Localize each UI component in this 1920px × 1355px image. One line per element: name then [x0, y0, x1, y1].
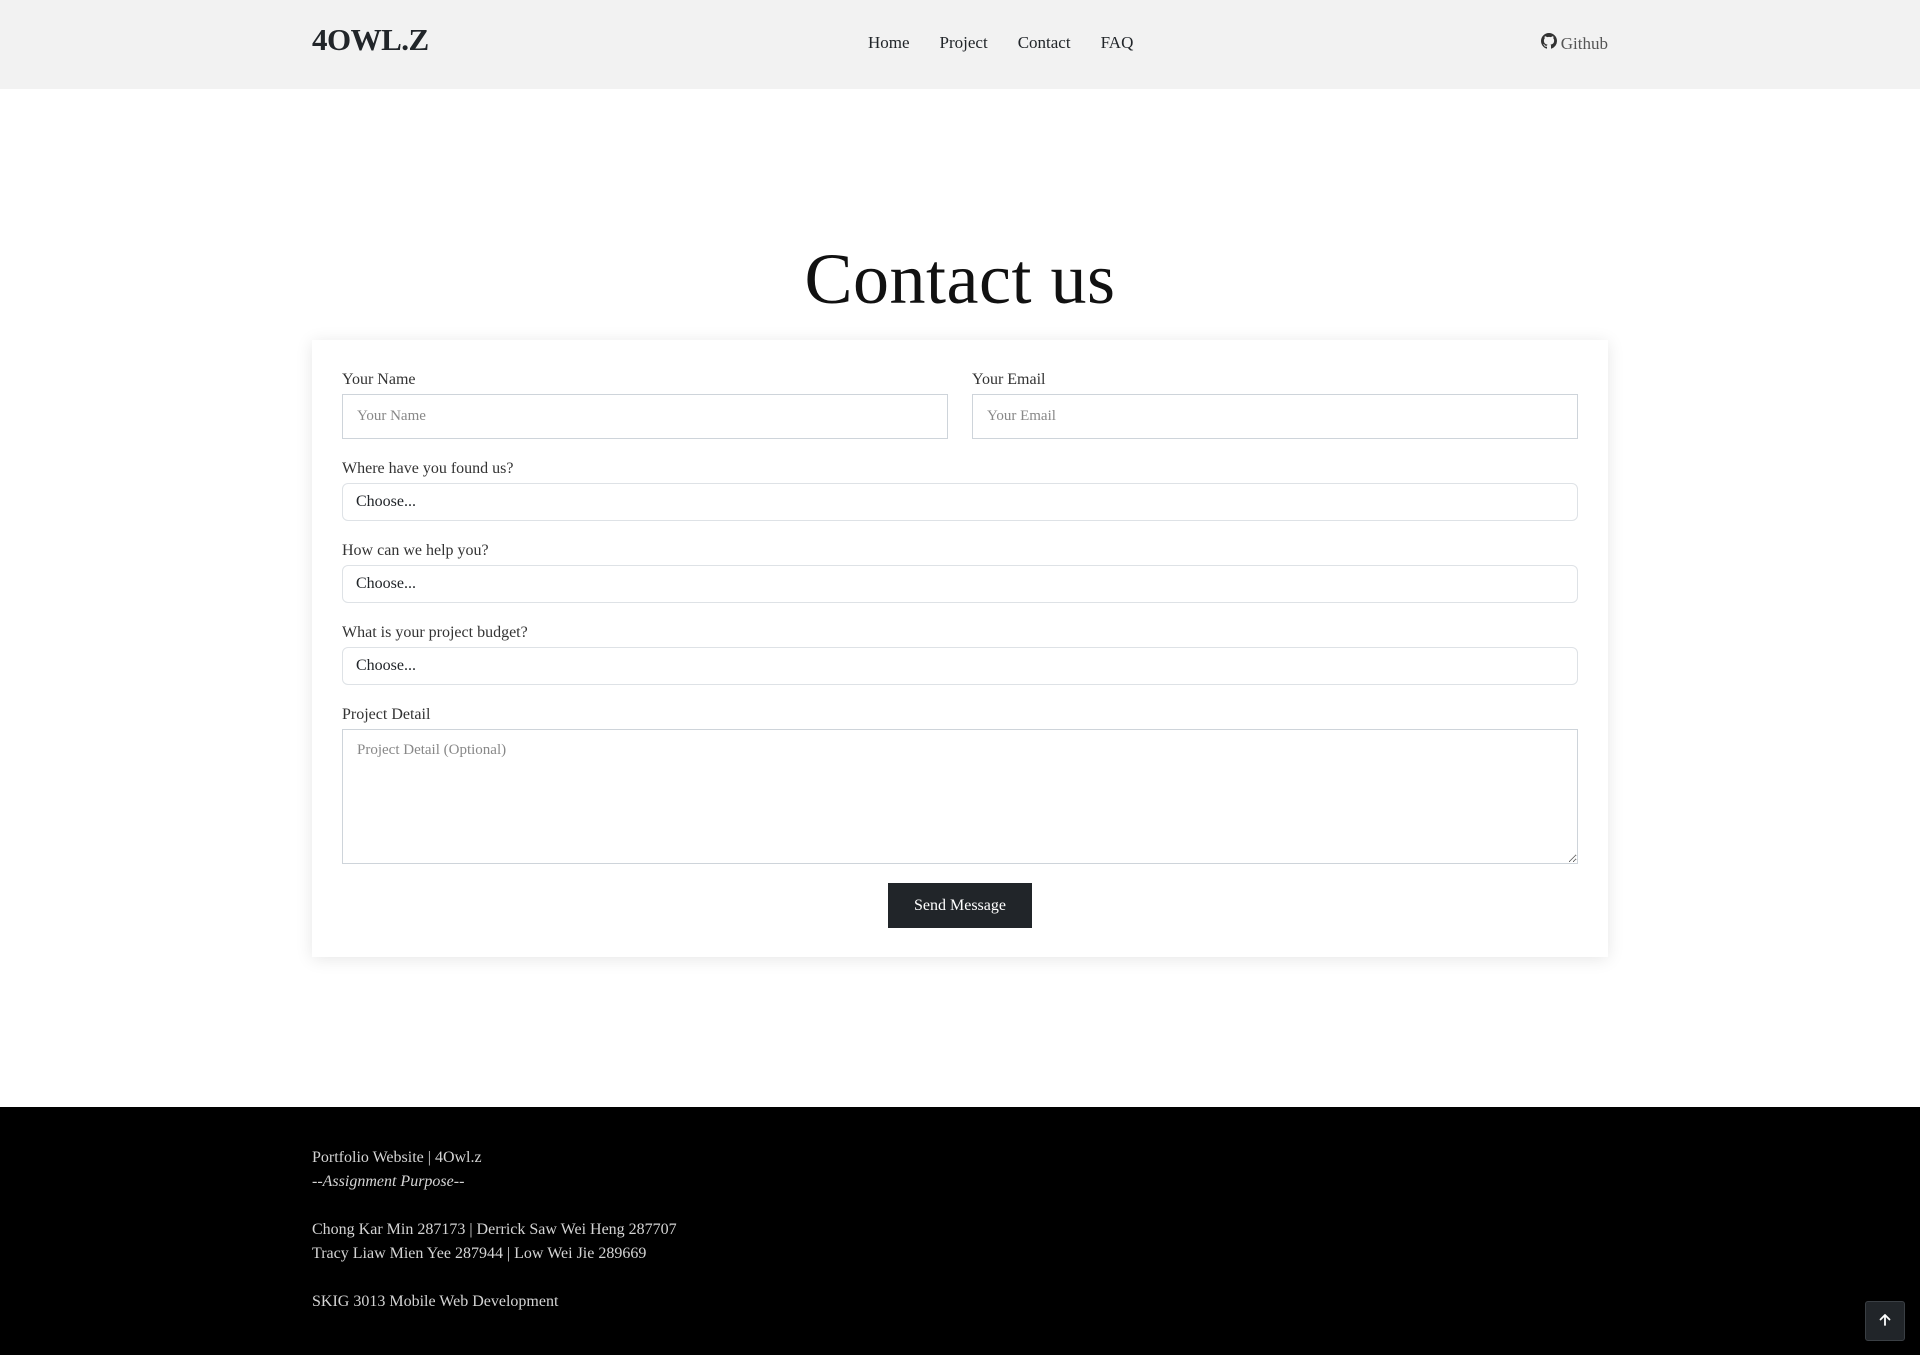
- detail-label: Project Detail: [342, 706, 431, 723]
- source-select[interactable]: Choose...: [342, 483, 1578, 521]
- footer-course: SKIG 3013 Mobile Web Development: [312, 1293, 559, 1310]
- budget-select-value: Choose...: [356, 657, 416, 674]
- back-to-top-button[interactable]: [1865, 1301, 1905, 1341]
- email-label: Your Email: [972, 371, 1046, 388]
- github-link[interactable]: Github: [1540, 33, 1608, 54]
- nav-link-contact[interactable]: Contact: [1018, 33, 1071, 53]
- page-title: Contact us: [804, 239, 1116, 319]
- nav-link-home[interactable]: Home: [868, 33, 910, 53]
- help-select-value: Choose...: [356, 575, 416, 592]
- nav-link-faq[interactable]: FAQ: [1101, 33, 1134, 53]
- budget-select[interactable]: Choose...: [342, 647, 1578, 685]
- github-label: Github: [1560, 33, 1608, 53]
- source-select-value: Choose...: [356, 493, 416, 510]
- github-icon: [1540, 33, 1557, 54]
- navbar: 4OWL.Z Home Project Contact FAQ Github: [0, 0, 1920, 89]
- arrow-up-icon: [1878, 1312, 1892, 1331]
- nav-links: Home Project Contact FAQ: [868, 33, 1133, 53]
- source-label: Where have you found us?: [342, 460, 514, 477]
- footer-members-2: Tracy Liaw Mien Yee 287944 | Low Wei Jie…: [312, 1245, 647, 1262]
- brand-logo[interactable]: 4OWL.Z: [312, 22, 429, 58]
- contact-form: Your Name Your Email Where have you foun…: [312, 340, 1608, 957]
- name-label: Your Name: [342, 371, 416, 388]
- footer-site-name: Portfolio Website | 4Owl.z: [312, 1149, 482, 1166]
- footer-purpose: --Assignment Purpose--: [312, 1173, 465, 1190]
- help-select[interactable]: Choose...: [342, 565, 1578, 603]
- nav-link-project[interactable]: Project: [940, 33, 988, 53]
- send-message-button[interactable]: Send Message: [888, 883, 1032, 928]
- footer-members-1: Chong Kar Min 287173 | Derrick Saw Wei H…: [312, 1221, 677, 1238]
- email-input[interactable]: [972, 394, 1578, 439]
- name-input[interactable]: [342, 394, 948, 439]
- budget-label: What is your project budget?: [342, 624, 528, 641]
- help-label: How can we help you?: [342, 542, 489, 559]
- detail-textarea[interactable]: [342, 729, 1578, 864]
- footer: Portfolio Website | 4Owl.z --Assignment …: [0, 1107, 1920, 1355]
